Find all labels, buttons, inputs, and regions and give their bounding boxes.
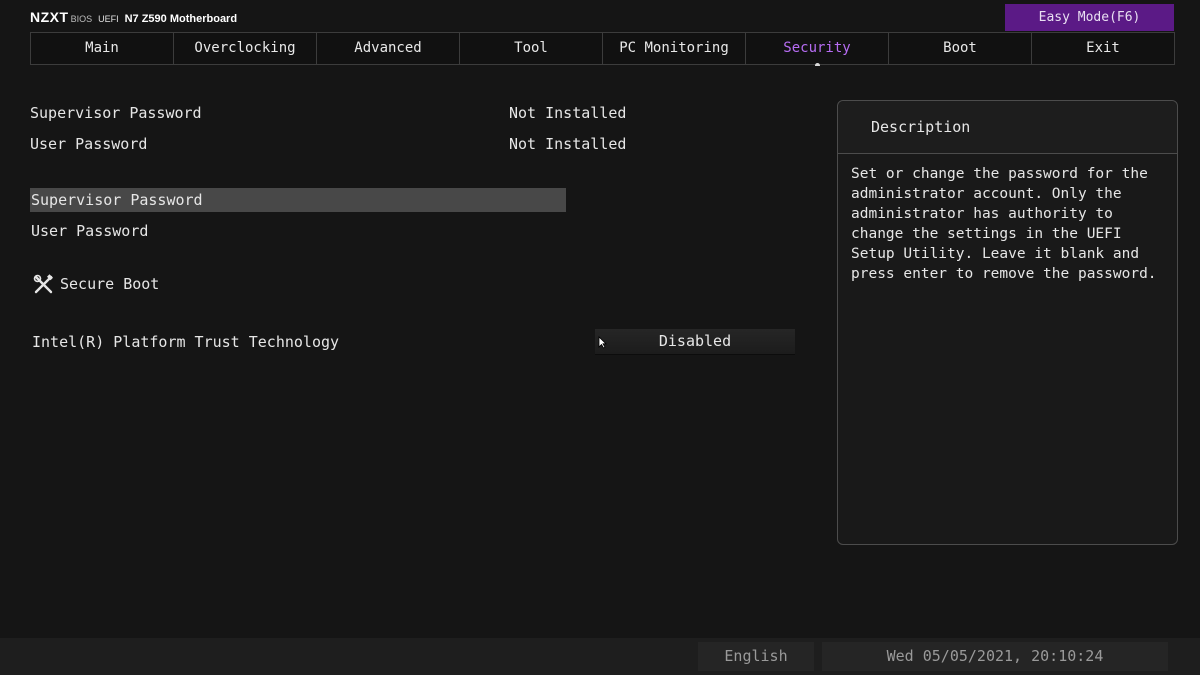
brand-logo: NZXT <box>30 9 69 25</box>
description-text: Set or change the password for the admin… <box>851 166 1157 282</box>
supervisor-password-item[interactable]: Supervisor Password <box>30 188 566 212</box>
tab-advanced[interactable]: Advanced <box>316 33 459 64</box>
secure-boot-label: Secure Boot <box>60 275 160 293</box>
brand-bios: BIOS <box>70 14 93 24</box>
tab-exit[interactable]: Exit <box>1031 33 1175 64</box>
tools-icon <box>33 273 54 293</box>
main-tabs: Main Overclocking Advanced Tool PC Monit… <box>30 32 1175 66</box>
tab-tool[interactable]: Tool <box>459 33 602 64</box>
easy-mode-button[interactable]: Easy Mode(F6) <box>1005 4 1174 31</box>
supervisor-status-row: Supervisor Password Not Installed <box>0 104 800 126</box>
tab-security[interactable]: Security <box>745 33 888 66</box>
supervisor-status-label: Supervisor Password <box>30 104 202 122</box>
brand: NZXT BIOS UEFI N7 Z590 Motherboard <box>30 9 237 25</box>
description-title: Description <box>838 101 1177 154</box>
model-name: N7 Z590 Motherboard <box>124 13 238 25</box>
date-time-display: Wed 05/05/2021, 20:10:24 <box>822 642 1168 671</box>
user-status-value: Not Installed <box>509 135 627 153</box>
tab-main[interactable]: Main <box>30 33 173 64</box>
user-password-item[interactable]: User Password <box>30 219 566 243</box>
ptt-select[interactable]: Disabled <box>595 329 795 355</box>
ptt-label: Intel(R) Platform Trust Technology <box>32 333 340 351</box>
supervisor-status-value: Not Installed <box>509 104 627 122</box>
top-bar: NZXT BIOS UEFI N7 Z590 Motherboard Easy … <box>0 0 1200 32</box>
user-status-label: User Password <box>30 135 148 153</box>
status-bar: English Wed 05/05/2021, 20:10:24 <box>0 638 1200 675</box>
secure-boot-item[interactable]: Secure Boot <box>33 272 159 296</box>
tab-overclocking[interactable]: Overclocking <box>173 33 316 64</box>
tab-pc-monitoring[interactable]: PC Monitoring <box>602 33 745 64</box>
tab-boot[interactable]: Boot <box>888 33 1031 64</box>
description-panel: Description Set or change the password f… <box>837 100 1178 545</box>
user-status-row: User Password Not Installed <box>0 135 800 157</box>
brand-uefi: UEFI <box>98 14 119 24</box>
mouse-cursor-icon <box>598 336 607 349</box>
language-selector[interactable]: English <box>698 642 814 671</box>
